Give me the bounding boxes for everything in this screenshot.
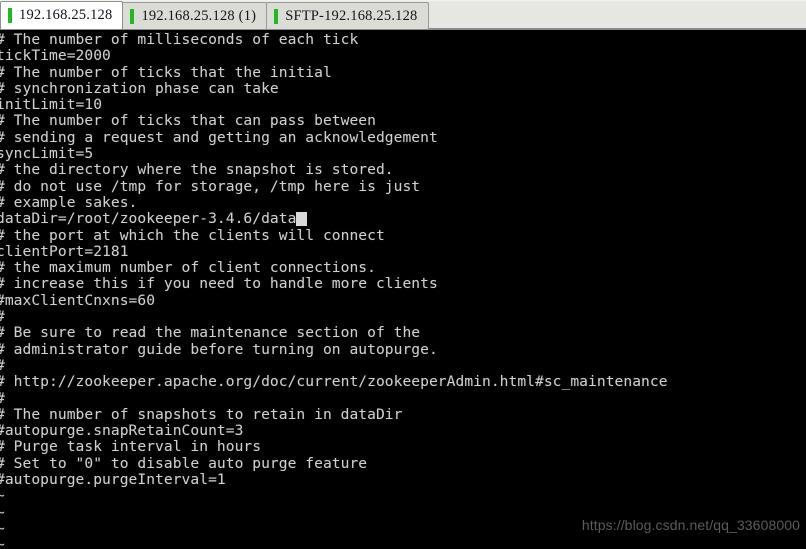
terminal-line: #autopurge.snapRetainCount=3	[0, 422, 244, 440]
terminal-line: # Be sure to read the maintenance sectio…	[0, 324, 421, 342]
terminal-line: # the port at which the clients will con…	[0, 226, 385, 244]
terminal-line: # Set to "0" to disable auto purge featu…	[0, 454, 368, 472]
terminal-line: #	[0, 390, 806, 407]
terminal-line: # the maximum number of client connectio…	[0, 259, 376, 277]
terminal-line: # http://zookeeper.apache.org/doc/curren…	[0, 373, 668, 391]
terminal-text-buffer: # The number of milliseconds of each tic…	[0, 31, 806, 549]
terminal-line: # The number of ticks that the initial	[0, 63, 332, 81]
terminal-line: #	[0, 308, 806, 325]
terminal-line: # sending a request and getting an ackno…	[0, 128, 438, 146]
tab-sftp-session[interactable]: SFTP-192.168.25.128	[266, 2, 429, 29]
terminal-output-area[interactable]: # The number of milliseconds of each tic…	[0, 30, 806, 549]
terminal-empty-line-marker: ~	[0, 536, 5, 549]
terminal-line: # increase this if you need to handle mo…	[0, 275, 438, 293]
terminal-line: # The number of milliseconds of each tic…	[0, 31, 359, 48]
tab-session-2[interactable]: 192.168.25.128 (1)	[122, 2, 268, 29]
terminal-line: # synchronization phase can take	[0, 79, 279, 97]
terminal-empty-line-marker: ~	[0, 503, 5, 521]
terminal-line: # example sakes.	[0, 193, 138, 211]
terminal-window: 192.168.25.128 192.168.25.128 (1) SFTP-1…	[0, 0, 806, 549]
tab-bar-empty-area	[427, 2, 806, 29]
tab-label: 192.168.25.128 (1)	[141, 7, 257, 24]
tab-label: 192.168.25.128	[19, 7, 113, 24]
terminal-line: syncLimit=5	[0, 145, 94, 163]
connection-status-icon	[130, 8, 135, 24]
terminal-line: clientPort=2181	[0, 242, 129, 260]
terminal-line: # The number of snapshots to retain in d…	[0, 405, 403, 423]
text-cursor	[296, 211, 307, 226]
terminal-line: #	[0, 357, 806, 374]
connection-status-icon	[274, 8, 279, 24]
tab-bar: 192.168.25.128 192.168.25.128 (1) SFTP-1…	[0, 0, 806, 30]
terminal-line: # Purge task interval in hours	[0, 438, 262, 456]
terminal-line: # do not use /tmp for storage, /tmp here…	[0, 177, 421, 195]
terminal-line: tickTime=2000	[0, 47, 111, 65]
terminal-line: #maxClientCnxns=60	[0, 291, 156, 309]
terminal-empty-line-marker: ~	[0, 519, 5, 537]
terminal-line: #autopurge.purgeInterval=1	[0, 471, 226, 489]
tab-label: SFTP-192.168.25.128	[285, 7, 418, 24]
terminal-line: initLimit=10	[0, 96, 103, 114]
terminal-line: # the directory where the snapshot is st…	[0, 161, 394, 179]
connection-status-icon	[8, 8, 12, 23]
terminal-empty-line-marker: ~	[0, 487, 5, 505]
tab-session-1[interactable]: 192.168.25.128	[0, 1, 124, 29]
terminal-line: # The number of ticks that can pass betw…	[0, 112, 376, 130]
terminal-line: # administrator guide before turning on …	[0, 340, 438, 358]
terminal-line: dataDir=/root/zookeeper-3.4.6/data	[0, 210, 806, 227]
